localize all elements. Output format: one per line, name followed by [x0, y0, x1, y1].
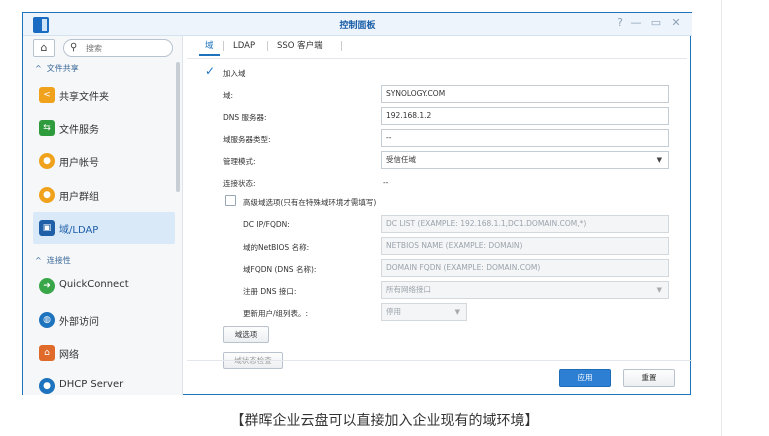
network-icon: ⌂	[39, 345, 55, 361]
dc-fqdn-label: DC IP/FQDN:	[243, 220, 290, 229]
control-panel-window: 控制面板 ? — ▭ ✕ ⌂ ⚲ ^ 文件共享 < 共享文件夹 ⇆ 文件服务 ●…	[22, 12, 692, 395]
section-file-sharing[interactable]: ^ 文件共享	[35, 63, 79, 74]
main-content: 域 LDAP SSO 客户端 ✓ 加入域 域: SYNOLOGY.COM DNS…	[187, 36, 692, 395]
advanced-options-checkbox[interactable]	[225, 195, 236, 206]
register-dns-select[interactable]: 所有网络接口 ▼	[381, 281, 669, 299]
search-box[interactable]: ⚲	[63, 39, 173, 57]
tab-underline	[187, 58, 687, 59]
sidebar-scrollbar[interactable]	[176, 62, 180, 192]
advanced-options-label: 高级域选项(只有在特殊域环境才需填写)	[243, 198, 377, 207]
user-icon: ●	[39, 153, 55, 169]
chevron-up-icon: ^	[35, 256, 42, 265]
search-input[interactable]	[86, 42, 166, 54]
chevron-down-icon: ▼	[656, 286, 662, 294]
page-divider	[721, 0, 722, 436]
footer-divider	[187, 360, 692, 361]
domain-label: 域:	[223, 91, 234, 100]
sidebar-item-domain-ldap[interactable]: ▣ 域/LDAP	[33, 212, 175, 244]
sidebar-item-network[interactable]: ⌂ 网络	[33, 337, 175, 369]
tab-ldap[interactable]: LDAP	[227, 38, 261, 56]
management-mode-label: 管理模式:	[223, 157, 256, 166]
domain-field[interactable]: SYNOLOGY.COM	[381, 85, 669, 103]
section-connectivity[interactable]: ^ 连接性	[35, 255, 71, 266]
sidebar-item-shared-folder[interactable]: < 共享文件夹	[33, 79, 175, 111]
register-dns-label: 注册 DNS 接口:	[243, 287, 297, 296]
reset-button[interactable]: 重置	[623, 369, 675, 387]
shared-folder-icon: <	[39, 87, 55, 103]
join-domain-checkbox[interactable]: ✓	[205, 65, 216, 77]
sidebar-item-quickconnect[interactable]: ➜ QuickConnect	[33, 270, 175, 302]
group-icon: ●	[39, 187, 55, 203]
tab-separator	[223, 41, 224, 51]
sidebar-item-group[interactable]: ● 用户群组	[33, 179, 175, 211]
dhcp-icon: ●	[39, 378, 55, 394]
join-domain-label: 加入域	[223, 69, 246, 78]
register-dns-value: 所有网络接口	[386, 285, 431, 294]
dc-fqdn-field[interactable]: DC LIST (EXAMPLE: 192.168.1.1,DC1.DOMAIN…	[381, 215, 669, 233]
minimize-icon[interactable]: —	[629, 16, 643, 29]
netbios-field[interactable]: NETBIOS NAME (EXAMPLE: DOMAIN)	[381, 237, 669, 255]
apply-button[interactable]: 应用	[559, 369, 611, 387]
search-icon: ⚲	[70, 42, 78, 53]
tab-sso-client[interactable]: SSO 客户端	[271, 38, 329, 56]
connection-status-label: 连接状态:	[223, 179, 256, 188]
management-mode-select[interactable]: 受信任域 ▼	[381, 151, 669, 169]
netbios-label: 域的NetBIOS 名称:	[243, 243, 310, 252]
update-users-value: 停用	[386, 307, 401, 316]
connection-status-value: --	[383, 178, 389, 187]
image-caption: 【群晖企业云盘可以直接加入企业现有的域环境】	[230, 413, 539, 429]
dns-server-label: DNS 服务器:	[223, 113, 267, 122]
sidebar-item-file-services[interactable]: ⇆ 文件服务	[33, 112, 175, 144]
management-mode-value: 受信任域	[386, 155, 416, 164]
chevron-down-icon: ▼	[656, 156, 662, 164]
home-button[interactable]: ⌂	[33, 39, 55, 57]
dns-server-field[interactable]: 192.168.1.2	[381, 107, 669, 125]
update-users-label: 更新用户/组列表。:	[243, 309, 309, 318]
domain-options-button[interactable]: 域选项	[223, 326, 269, 343]
sidebar-item-external-access[interactable]: ◍ 外部访问	[33, 304, 175, 336]
tab-domain[interactable]: 域	[199, 38, 220, 56]
close-icon[interactable]: ✕	[669, 16, 683, 29]
domain-fqdn-label: 域FQDN (DNS 名称):	[243, 265, 317, 274]
globe-icon: ◍	[39, 312, 55, 328]
server-type-field: --	[381, 129, 669, 147]
update-users-select[interactable]: 停用 ▼	[381, 303, 467, 321]
domain-ldap-icon: ▣	[39, 220, 55, 236]
sidebar: ⌂ ⚲ ^ 文件共享 < 共享文件夹 ⇆ 文件服务 ● 用户帐号 ● 用户群组 …	[23, 36, 183, 395]
chevron-down-icon: ▼	[454, 308, 460, 316]
maximize-icon[interactable]: ▭	[649, 16, 663, 29]
file-services-icon: ⇆	[39, 120, 55, 136]
sidebar-item-dhcp-server[interactable]: ● DHCP Server	[33, 370, 175, 395]
domain-fqdn-field[interactable]: DOMAIN FQDN (EXAMPLE: DOMAIN.COM)	[381, 259, 669, 277]
tab-separator	[267, 41, 268, 51]
help-icon[interactable]: ?	[613, 16, 627, 29]
server-type-label: 域服务器类型:	[223, 135, 271, 144]
title-bar: 控制面板 ? — ▭ ✕	[23, 12, 692, 36]
quickconnect-icon: ➜	[39, 278, 55, 294]
tab-separator	[341, 41, 342, 51]
chevron-up-icon: ^	[35, 64, 42, 73]
sidebar-item-user[interactable]: ● 用户帐号	[33, 145, 175, 177]
window-title: 控制面板	[339, 21, 376, 31]
